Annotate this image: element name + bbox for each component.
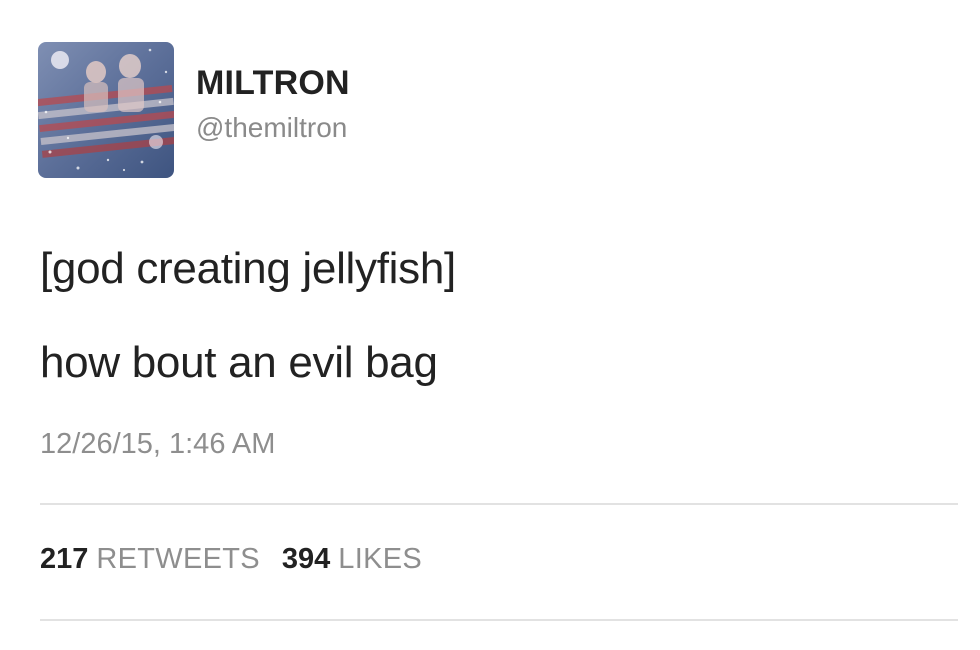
avatar-image — [38, 42, 174, 178]
like-count: 394 — [281, 543, 331, 575]
likes-stat[interactable]: 394 LIKES — [282, 543, 422, 575]
divider — [40, 619, 958, 621]
tweet-stats: 217 RETWEETS 394 LIKES — [40, 543, 422, 576]
divider — [40, 503, 958, 505]
tweet-card: MILTRON @themiltron [god creating jellyf… — [0, 0, 980, 650]
retweet-label: RETWEETS — [96, 543, 260, 575]
tweet-text-line: [god creating jellyfish] — [40, 244, 456, 293]
user-handle[interactable]: @themiltron — [196, 112, 347, 144]
tweet-timestamp: 12/26/15, 1:46 AM — [40, 428, 276, 460]
retweet-count: 217 — [40, 543, 89, 575]
tweet-text-line: how bout an evil bag — [40, 338, 438, 387]
like-label: LIKES — [338, 543, 423, 575]
display-name[interactable]: MILTRON — [196, 64, 350, 103]
retweets-stat[interactable]: 217 RETWEETS — [40, 543, 260, 575]
avatar[interactable] — [38, 42, 174, 178]
